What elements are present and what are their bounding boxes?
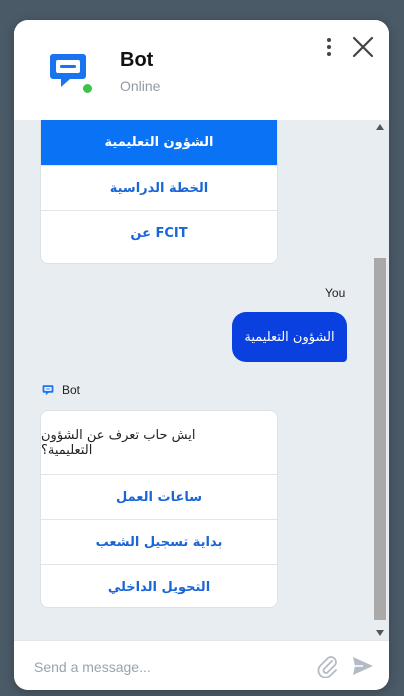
scroll-thumb[interactable] [374,258,386,620]
bot-name: Bot [120,49,154,71]
scroll-up-arrow[interactable] [376,124,384,130]
user-message-bubble: الشؤون التعليمية [232,312,347,362]
message-composer [14,640,389,690]
sender-label-you: You [325,286,346,300]
quick-reply-option[interactable]: ساعات العمل [41,474,277,519]
chat-bubble-icon [48,50,88,90]
message-list: الشؤون التعليمية الخطة الدراسية عن FCIT … [14,120,389,640]
scroll-down-arrow[interactable] [376,630,384,636]
chat-widget: Bot Online الشؤون التعليمية الخطة الدراس… [14,20,389,690]
chat-bubble-icon [42,385,54,396]
send-icon[interactable] [351,655,375,677]
bot-sender-row: Bot [42,383,80,397]
quick-reply-card: الشؤون التعليمية الخطة الدراسية عن FCIT [40,120,278,264]
quick-reply-option[interactable]: الخطة الدراسية [41,165,277,210]
message-scrollbar[interactable] [371,120,389,640]
sender-label-bot: Bot [62,383,81,397]
online-status-dot [82,83,93,94]
bot-message-card: ايش حاب تعرف عن الشؤون التعليمية؟ ساعات … [40,410,278,608]
close-icon[interactable] [350,34,376,60]
quick-reply-option[interactable]: التحويل الداخلي [41,564,277,607]
message-input[interactable] [34,656,304,678]
paperclip-icon[interactable] [316,654,338,679]
bot-status: Online [120,78,161,94]
bot-question-text: ايش حاب تعرف عن الشؤون التعليمية؟ [41,427,196,458]
quick-reply-option[interactable]: بداية تسجيل الشعب [41,519,277,564]
chat-header: Bot Online [14,20,389,120]
more-vertical-icon[interactable] [320,36,338,58]
quick-reply-option[interactable]: الشؤون التعليمية [41,120,277,165]
quick-reply-option[interactable]: عن FCIT [41,210,277,255]
